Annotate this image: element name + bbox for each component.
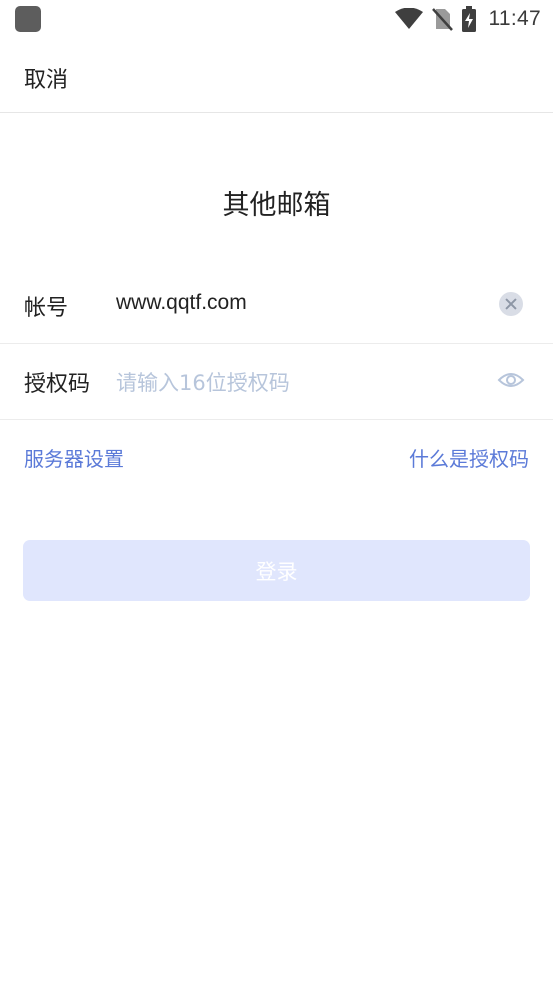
wifi-icon: [394, 8, 423, 29]
account-input[interactable]: www.qqtf.com: [116, 291, 247, 315]
page-title: 其他邮箱: [222, 190, 331, 221]
auth-code-input[interactable]: 请输入16位授权码: [116, 367, 290, 397]
server-settings-link[interactable]: 服务器设置: [24, 443, 124, 472]
account-label: 帐号: [24, 296, 69, 321]
login-button[interactable]: 登录: [23, 540, 530, 601]
login-button-label: 登录: [255, 559, 298, 584]
no-sim-icon: [431, 8, 453, 31]
auth-code-row: 授权码 请输入16位授权码: [0, 343, 553, 420]
battery-charging-icon: [461, 6, 476, 32]
eye-icon[interactable]: [497, 368, 525, 392]
top-bar: 取消: [0, 38, 553, 113]
what-is-auth-code-link[interactable]: 什么是授权码: [409, 443, 529, 472]
links-row: 服务器设置 什么是授权码: [0, 443, 553, 473]
cancel-button[interactable]: 取消: [24, 62, 68, 94]
auth-code-label: 授权码: [24, 372, 91, 397]
status-bar: 11:47: [0, 0, 553, 38]
status-clock: 11:47: [488, 7, 541, 30]
app-notification-icon: [15, 6, 41, 32]
clear-icon[interactable]: [499, 292, 523, 316]
status-icons: 11:47: [394, 6, 542, 32]
account-row: 帐号 www.qqtf.com: [0, 267, 553, 344]
